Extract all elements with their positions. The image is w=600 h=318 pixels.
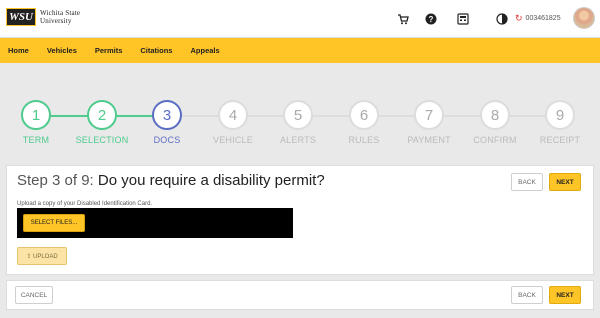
step-circle: 2 bbox=[87, 100, 117, 130]
step-circle: 7 bbox=[414, 100, 444, 130]
step-vehicle: 4 VEHICLE bbox=[203, 100, 263, 145]
step-alerts: 5 ALERTS bbox=[268, 100, 328, 145]
nav-item-citations[interactable]: Citations bbox=[140, 46, 172, 55]
nav-item-permits[interactable]: Permits bbox=[95, 46, 123, 55]
step-circle: 4 bbox=[218, 100, 248, 130]
nav-item-vehicles[interactable]: Vehicles bbox=[47, 46, 77, 55]
footer-next-button[interactable]: NEXT bbox=[549, 286, 581, 304]
refresh-icon[interactable]: ↻ bbox=[515, 13, 523, 24]
university-name-line2: University bbox=[40, 17, 72, 25]
step-rules: 6 RULES bbox=[334, 100, 394, 145]
step-circle: 1 bbox=[21, 100, 51, 130]
action-footer: CANCEL BACK NEXT bbox=[6, 280, 594, 310]
progress-stepper: 1 TERM 2 SELECTION 3 DOCS 4 VEHICLE 5 AL… bbox=[0, 90, 600, 150]
upload-instructions: Upload a copy of your Disabled Identific… bbox=[17, 201, 153, 207]
svg-text:?: ? bbox=[429, 15, 434, 24]
nav-item-appeals[interactable]: Appeals bbox=[190, 46, 219, 55]
step-label: PAYMENT bbox=[407, 135, 451, 145]
step-circle: 3 bbox=[152, 100, 182, 130]
step-label: TERM bbox=[22, 135, 50, 145]
cancel-button[interactable]: CANCEL bbox=[15, 286, 53, 304]
university-name-line1: Wichita State bbox=[40, 9, 81, 17]
university-logo[interactable]: WSU Wichita State University bbox=[6, 8, 80, 26]
cart-icon[interactable] bbox=[396, 12, 410, 26]
contrast-icon[interactable] bbox=[495, 12, 509, 26]
step-panel: Step 3 of 9: Do you require a disability… bbox=[6, 165, 594, 275]
step-label: RULES bbox=[348, 135, 380, 145]
calculator-icon[interactable] bbox=[456, 12, 470, 26]
step-label: RECEIPT bbox=[539, 135, 581, 145]
step-circle: 5 bbox=[283, 100, 313, 130]
next-button[interactable]: NEXT bbox=[549, 173, 581, 191]
step-selection: 2 SELECTION bbox=[72, 100, 132, 145]
step-counter: Step 3 of 9: bbox=[17, 172, 94, 189]
main-nav: Home Vehicles Permits Citations Appeals bbox=[0, 38, 600, 63]
select-files-button[interactable]: SELECT FILES... bbox=[23, 214, 85, 232]
step-circle: 8 bbox=[480, 100, 510, 130]
logo-mark: WSU bbox=[6, 8, 36, 26]
back-button[interactable]: BACK bbox=[511, 173, 543, 191]
step-circle: 6 bbox=[349, 100, 379, 130]
step-label: ALERTS bbox=[279, 135, 317, 145]
footer-back-button[interactable]: BACK bbox=[511, 286, 543, 304]
step-docs: 3 DOCS bbox=[137, 100, 197, 145]
step-payment: 7 PAYMENT bbox=[399, 100, 459, 145]
help-icon[interactable]: ? bbox=[424, 12, 438, 26]
university-name: Wichita State University bbox=[40, 9, 80, 25]
step-confirm: 8 CONFIRM bbox=[465, 100, 525, 145]
avatar[interactable] bbox=[573, 7, 595, 29]
step-receipt: 9 RECEIPT bbox=[530, 100, 590, 145]
user-account[interactable]: ↻ 003461825 bbox=[515, 13, 561, 24]
step-label: VEHICLE bbox=[213, 135, 253, 145]
page-title: Step 3 of 9: Do you require a disability… bbox=[17, 172, 325, 189]
app-header: WSU Wichita State University ? ↻ 0034618… bbox=[0, 0, 600, 38]
step-label: DOCS bbox=[153, 135, 181, 145]
user-id: 003461825 bbox=[525, 15, 561, 22]
step-label: SELECTION bbox=[75, 135, 129, 145]
upload-button[interactable]: ⇪ UPLOAD bbox=[17, 247, 67, 265]
step-question: Do you require a disability permit? bbox=[97, 172, 325, 189]
step-label: CONFIRM bbox=[473, 135, 517, 145]
step-circle: 9 bbox=[545, 100, 575, 130]
step-term: 1 TERM bbox=[6, 100, 66, 145]
file-upload-dropzone[interactable]: SELECT FILES... bbox=[17, 208, 293, 238]
nav-item-home[interactable]: Home bbox=[8, 46, 29, 55]
